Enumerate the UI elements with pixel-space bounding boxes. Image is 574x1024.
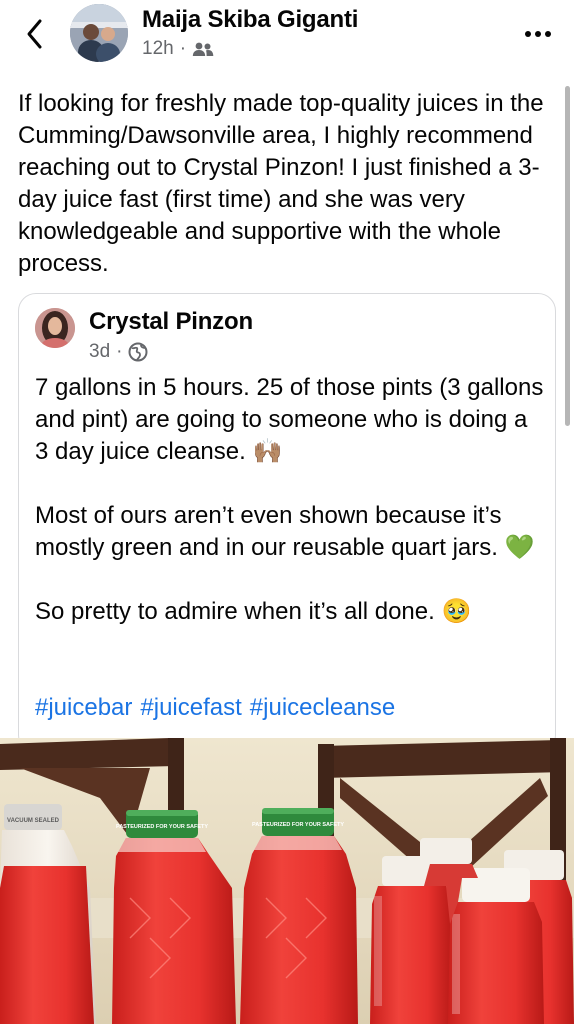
meta-separator: · bbox=[179, 38, 187, 59]
hashtag-link[interactable]: #juicefast bbox=[140, 694, 241, 722]
lid-label: VACUUM SEALED bbox=[7, 818, 60, 824]
scrollbar[interactable] bbox=[565, 86, 570, 426]
hashtag-link[interactable]: #juicebar bbox=[35, 694, 132, 722]
friends-icon bbox=[192, 42, 214, 56]
meta-separator: · bbox=[116, 341, 123, 362]
shared-paragraph: Most of ours aren’t even shown because i… bbox=[35, 502, 535, 561]
juice-bottles-photo[interactable]: VACUUM SEALED PASTEURIZED FOR YOUR SAFET… bbox=[0, 738, 574, 1024]
shared-paragraph: So pretty to admire when it’s all done. … bbox=[35, 598, 472, 625]
back-button[interactable] bbox=[20, 14, 50, 54]
post-time[interactable]: 12h bbox=[142, 38, 174, 60]
more-dots-icon bbox=[525, 31, 531, 37]
shared-post-meta: 3d · bbox=[89, 341, 148, 363]
post-meta: 12h · bbox=[142, 38, 214, 60]
shared-author-name[interactable]: Crystal Pinzon bbox=[89, 308, 253, 336]
hashtags: #juicebar #juicefast #juicecleanse bbox=[35, 694, 395, 722]
shared-post-time[interactable]: 3d bbox=[89, 341, 110, 363]
lid-label: PASTEURIZED FOR YOUR SAFETY bbox=[252, 822, 344, 828]
author-name[interactable]: Maija Skiba Giganti bbox=[142, 6, 358, 34]
chevron-left-icon bbox=[27, 19, 42, 49]
hashtag-link[interactable]: #juicecleanse bbox=[250, 694, 395, 722]
post-text: If looking for freshly made top-quality … bbox=[18, 90, 544, 277]
shared-paragraph: 7 gallons in 5 hours. 25 of those pints … bbox=[35, 374, 544, 465]
author-avatar[interactable] bbox=[70, 4, 128, 62]
shared-post-body: 7 gallons in 5 hours. 25 of those pints … bbox=[35, 372, 545, 660]
globe-icon bbox=[128, 342, 148, 362]
shared-post-card[interactable]: Crystal Pinzon 3d · 7 gallons in 5 hours… bbox=[18, 293, 556, 753]
shared-author-avatar[interactable] bbox=[35, 308, 75, 348]
post-header: Maija Skiba Giganti 12h · bbox=[0, 0, 574, 72]
more-options-button[interactable] bbox=[522, 22, 554, 46]
lid-label: PASTEURIZED FOR YOUR SAFETY bbox=[116, 824, 208, 830]
